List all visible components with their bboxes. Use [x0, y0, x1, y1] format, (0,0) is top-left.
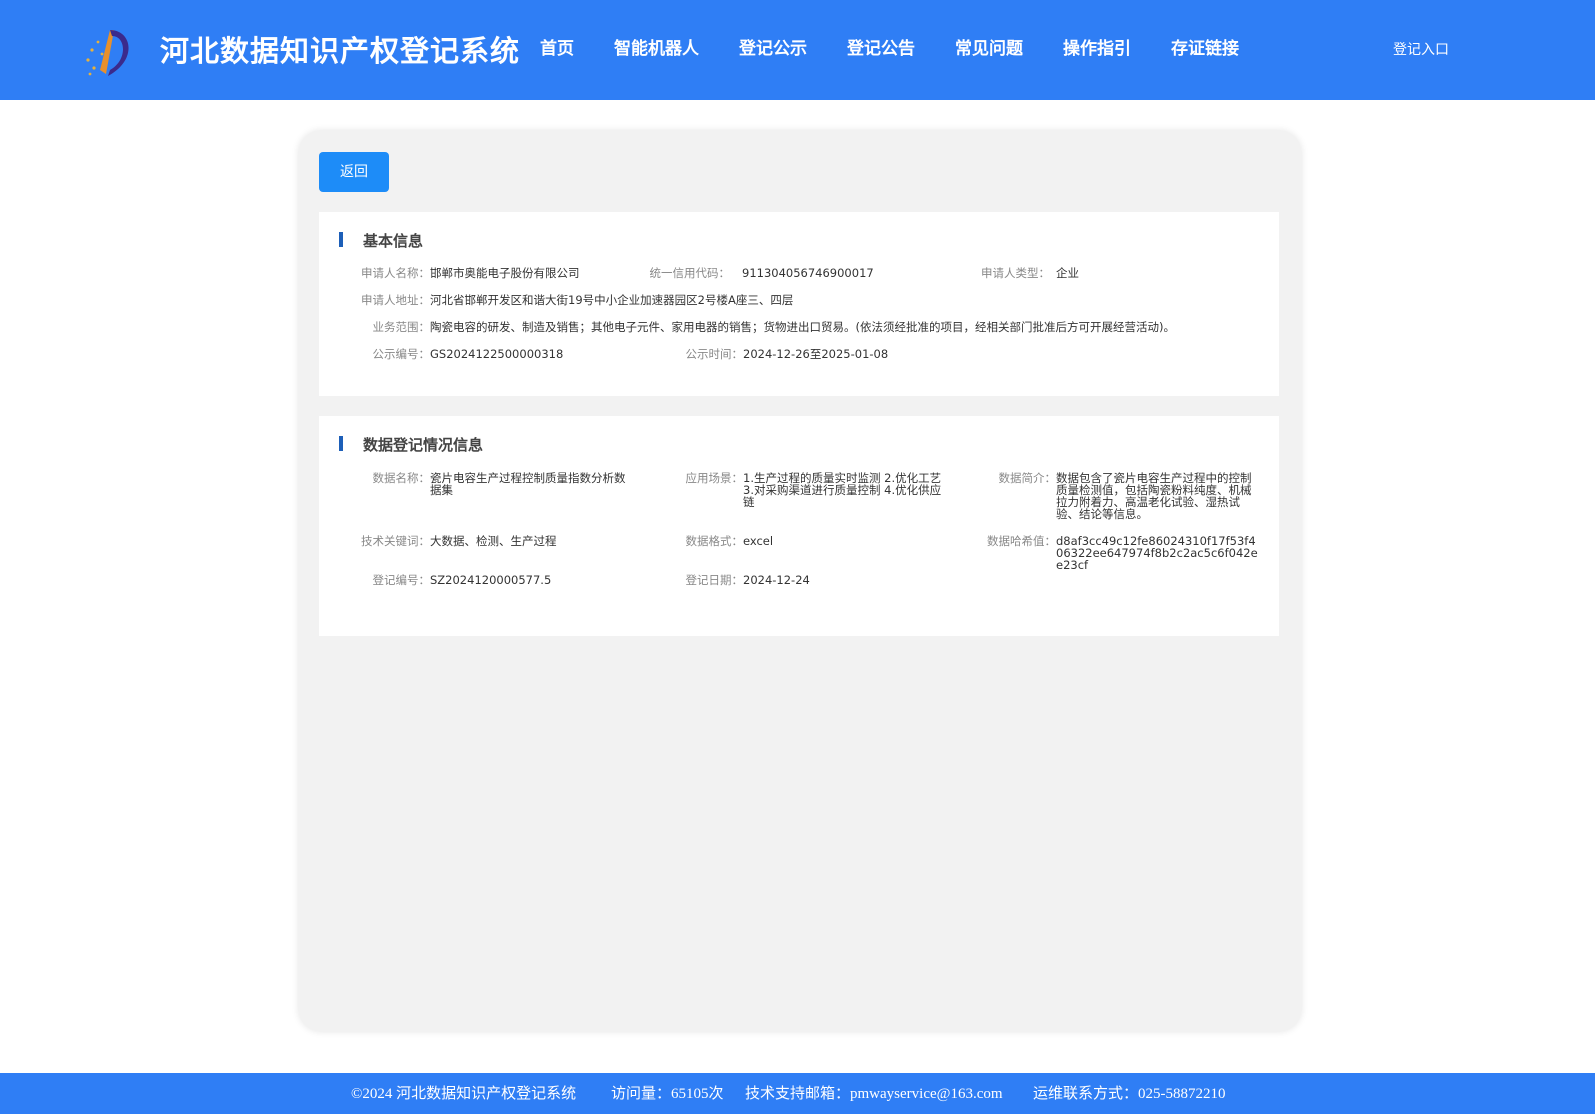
- footer-email: 技术支持邮箱：pmwayservice@163.com: [745, 1086, 1003, 1102]
- nav-evidence-link[interactable]: 存证链接: [1171, 34, 1239, 59]
- data-registration-title: 数据登记情况信息: [363, 436, 484, 454]
- nav-registration-public[interactable]: 登记公示: [739, 34, 807, 59]
- footer-visits: 访问量：65105次: [611, 1086, 724, 1102]
- nav-registration-announcement[interactable]: 登记公告: [847, 34, 915, 59]
- top-header: 河北数据知识产权登记系统 首页 智能机器人 登记公示 登记公告 常见问题 操作指…: [0, 0, 1595, 100]
- address-value: 河北省邯郸开发区和谐大街19号中小企业加速器园区2号楼A座三、四层: [430, 293, 794, 307]
- footer-copyright: ©2024 河北数据知识产权登记系统: [351, 1086, 577, 1102]
- credit-code-value: 911304056746900017: [742, 266, 874, 280]
- summary-value: 数据包含了瓷片电容生产过程中的控制质量检测值，包括陶瓷粉料纯度、机械拉力附着力、…: [1056, 471, 1252, 521]
- hash-value: d8af3cc49c12fe86024310f17f53f406322ee647…: [1056, 534, 1258, 572]
- back-button[interactable]: 返回: [319, 152, 389, 192]
- format-value: excel: [743, 534, 774, 548]
- notice-no-value: GS2024122500000318: [430, 347, 564, 361]
- detail-card: 返回 基本信息 申请人名称： 邯郸市奥能电子股份有限公司 统一信用代码： 911…: [299, 131, 1301, 1031]
- applicant-name-value: 邯郸市奥能电子股份有限公司: [430, 266, 580, 280]
- nav-robot[interactable]: 智能机器人: [614, 34, 699, 59]
- field-label: 统一信用代码：: [649, 266, 731, 280]
- site-title: 河北数据知识产权登记系统: [160, 34, 521, 68]
- keywords-value: 大数据、检测、生产过程: [430, 534, 557, 548]
- applicant-type-value: 企业: [1056, 266, 1079, 280]
- data-registration-section: 数据登记情况信息 数据名称： 瓷片电容生产过程控制质量指数分析数据集 应用场景：…: [319, 416, 1279, 636]
- section-bar: [339, 232, 343, 247]
- field-label: 申请人类型：: [981, 266, 1050, 280]
- business-scope-value: 陶瓷电容的研发、制造及销售；其他电子元件、家用电器的销售；货物进出口贸易。(依法…: [430, 320, 1175, 334]
- footer-contact: 运维联系方式：025-58872210: [1033, 1086, 1226, 1102]
- field-label: 业务范围：: [372, 320, 431, 334]
- field-label: 申请人名称：: [361, 266, 430, 280]
- field-label: 数据简介：: [998, 471, 1057, 485]
- field-label: 公示时间：: [685, 347, 744, 361]
- field-label: 数据名称：: [372, 471, 431, 485]
- reg-no-value: SZ2024120000577.5: [430, 573, 552, 587]
- nav-guide[interactable]: 操作指引: [1063, 34, 1131, 59]
- login-link[interactable]: 登记入口: [1393, 39, 1449, 59]
- site-logo-icon[interactable]: [80, 24, 136, 80]
- nav-home[interactable]: 首页: [540, 34, 574, 59]
- field-label: 登记编号：: [372, 573, 431, 587]
- field-label: 技术关键词：: [361, 534, 430, 548]
- notice-time-value: 2024-12-26至2025-01-08: [743, 347, 889, 361]
- basic-info-section: 基本信息 申请人名称： 邯郸市奥能电子股份有限公司 统一信用代码： 911304…: [319, 212, 1279, 396]
- basic-info-title: 基本信息: [363, 232, 424, 250]
- section-bar: [339, 436, 343, 451]
- field-label: 申请人地址：: [361, 293, 430, 307]
- nav-faq[interactable]: 常见问题: [955, 34, 1023, 59]
- data-name-value: 瓷片电容生产过程控制质量指数分析数据集: [430, 471, 626, 497]
- field-label: 数据哈希值：: [987, 534, 1056, 548]
- field-label: 数据格式：: [685, 534, 744, 548]
- field-label: 公示编号：: [372, 347, 431, 361]
- reg-date-value: 2024-12-24: [743, 573, 810, 587]
- scenario-value: 1.生产过程的质量实时监测 2.优化工艺 3.对采购渠道进行质量控制 4.优化供…: [743, 471, 942, 509]
- page-footer: ©2024 河北数据知识产权登记系统 访问量：65105次 技术支持邮箱：pmw…: [0, 1073, 1595, 1114]
- field-label: 应用场景：: [685, 471, 744, 485]
- field-label: 登记日期：: [685, 573, 744, 587]
